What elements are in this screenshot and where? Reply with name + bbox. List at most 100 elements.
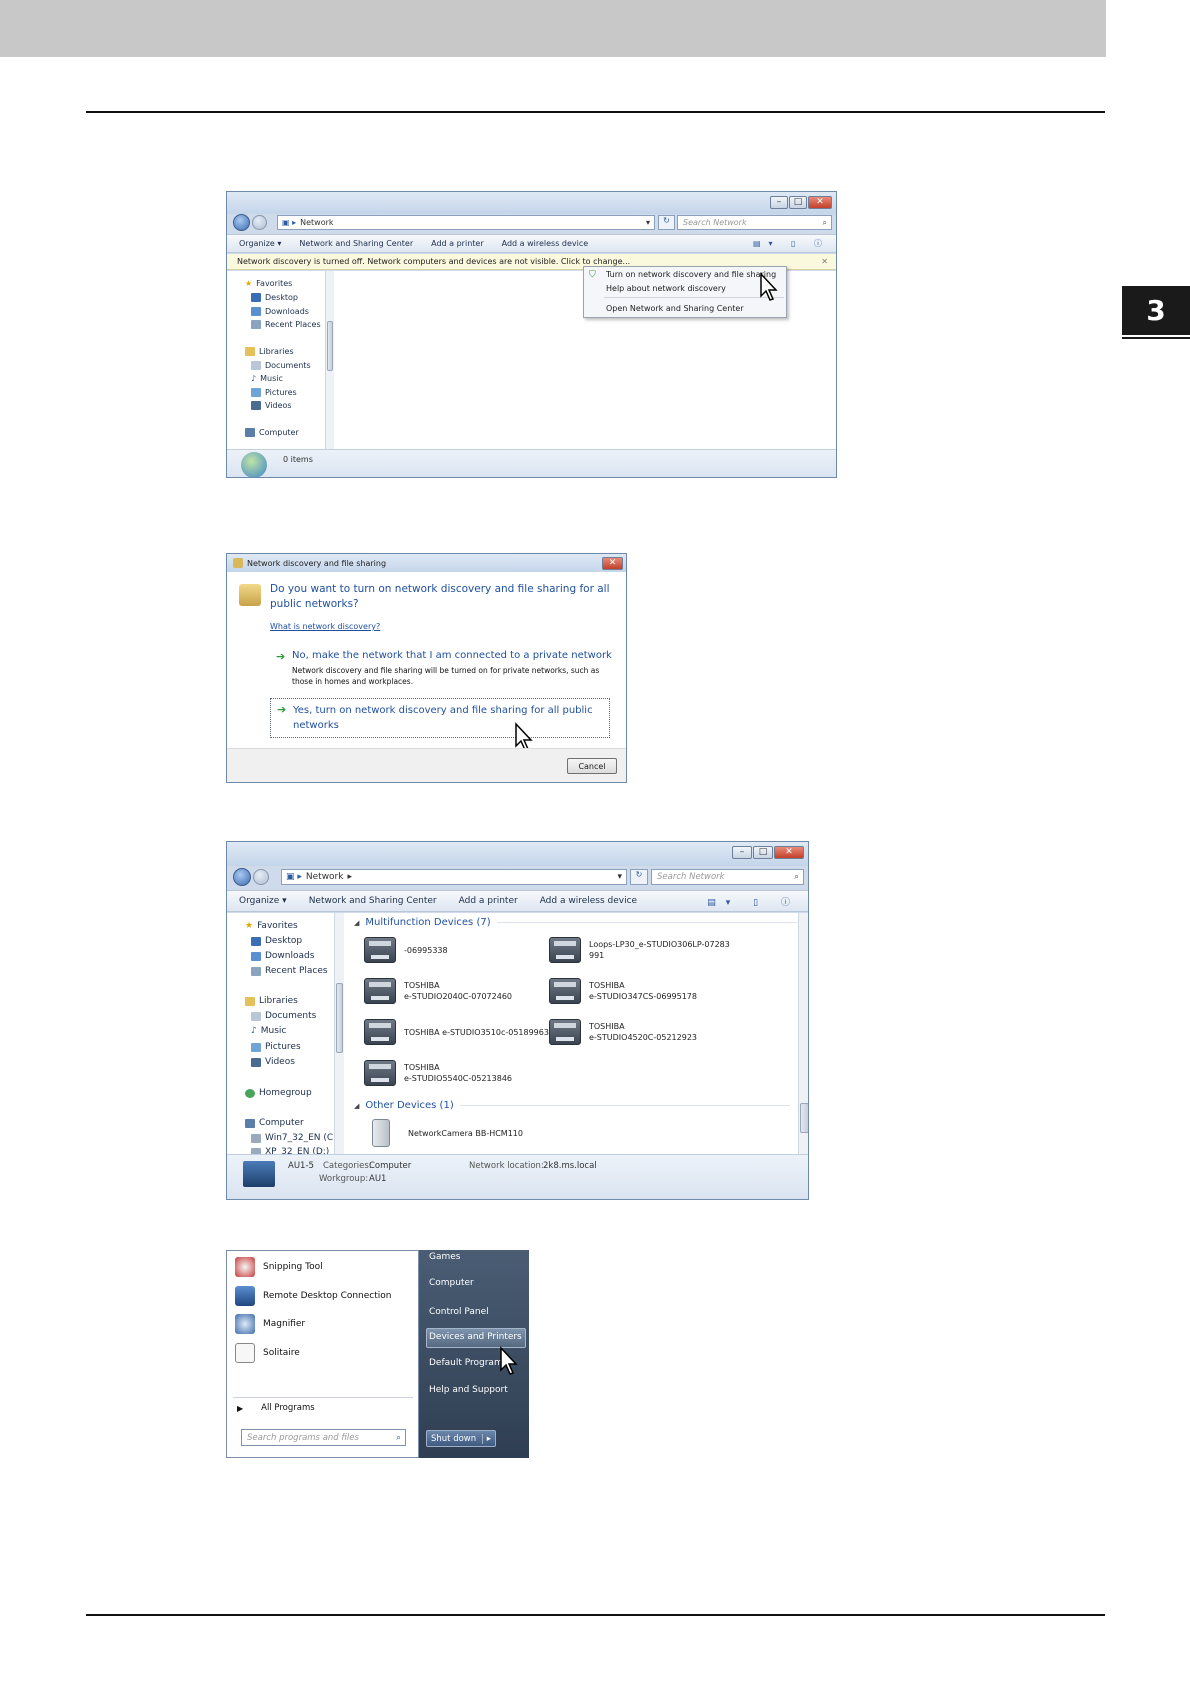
- search-input[interactable]: Search Network ⌕: [677, 215, 832, 230]
- nav-desktop[interactable]: Desktop: [251, 293, 298, 302]
- start-item-snipping-tool[interactable]: Snipping Tool: [235, 1257, 323, 1277]
- option-private-desc-2: those in homes and workplaces.: [292, 677, 414, 686]
- nav-music[interactable]: ♪ Music: [251, 374, 283, 383]
- nav-desktop[interactable]: Desktop: [251, 936, 302, 946]
- nav-scrollbar-thumb[interactable]: [327, 321, 333, 371]
- device-item[interactable]: Loops-LP30_e-STUDIO306LP-07283 991: [549, 937, 730, 963]
- start-item-solitaire[interactable]: Solitaire: [235, 1343, 300, 1363]
- all-programs-button[interactable]: ▶ All Programs: [237, 1403, 315, 1413]
- nav-music[interactable]: ♪ Music: [251, 1026, 286, 1036]
- content-scrollbar-thumb[interactable]: [800, 1103, 808, 1133]
- nav-computer[interactable]: Computer: [245, 428, 299, 437]
- dialog-close-button[interactable]: ✕: [602, 557, 623, 570]
- start-link-computer[interactable]: Computer: [429, 1278, 474, 1288]
- nav-drive-c[interactable]: Win7_32_EN (C:): [251, 1133, 340, 1143]
- nav-libraries[interactable]: Libraries: [245, 347, 294, 356]
- device-item[interactable]: TOSHIBA e-STUDIO2040C-07072460: [364, 978, 512, 1004]
- back-button[interactable]: [233, 214, 250, 231]
- device-item[interactable]: TOSHIBA e-STUDIO347CS-06995178: [549, 978, 697, 1004]
- nav-homegroup[interactable]: Homegroup: [245, 1088, 312, 1098]
- computer-icon: [243, 1161, 275, 1187]
- organize-menu[interactable]: Organize ▾: [239, 239, 281, 248]
- device-item[interactable]: TOSHIBA e-STUDIO3510c-05189963: [364, 1019, 549, 1045]
- chevron-down-icon[interactable]: ▾: [646, 218, 650, 227]
- collapse-triangle-icon[interactable]: ◢: [354, 919, 359, 927]
- device-item[interactable]: TOSHIBA e-STUDIO4520C-05212923: [549, 1019, 697, 1045]
- option-public-network[interactable]: ➔ Yes, turn on network discovery and fil…: [270, 698, 610, 738]
- close-button[interactable]: ✕: [808, 196, 832, 209]
- network-window-devices: – □ ✕ ▣ ▸ Network ▸ ▾ ↻ Search Network ⌕…: [226, 841, 809, 1200]
- refresh-button[interactable]: ↻: [658, 215, 675, 230]
- address-bar[interactable]: ▣ ▸ Network ▾: [277, 215, 655, 230]
- nav-downloads[interactable]: Downloads: [251, 951, 314, 961]
- start-link-games[interactable]: Games: [429, 1252, 460, 1262]
- minimize-button[interactable]: –: [732, 846, 752, 859]
- network-sharing-center-button[interactable]: Network and Sharing Center: [309, 896, 437, 906]
- refresh-button[interactable]: ↻: [630, 869, 648, 885]
- add-printer-button[interactable]: Add a printer: [431, 239, 483, 248]
- start-item-magnifier[interactable]: Magnifier: [235, 1314, 305, 1334]
- view-options-icons[interactable]: ▤▾ ▯ ⓘ: [707, 895, 800, 908]
- header-band: [0, 0, 1106, 57]
- forward-button[interactable]: [253, 869, 269, 885]
- nav-recent-places[interactable]: Recent Places: [251, 320, 321, 329]
- help-discovery-menu-item[interactable]: Help about network discovery: [606, 284, 726, 293]
- group-multifunction-devices[interactable]: ◢ Multifunction Devices (7): [354, 917, 797, 928]
- collapse-triangle-icon[interactable]: ◢: [354, 1102, 359, 1110]
- start-link-default-programs[interactable]: Default Programs: [429, 1358, 507, 1368]
- info-bar-close-icon[interactable]: ✕: [821, 257, 828, 266]
- nav-computer[interactable]: Computer: [245, 1118, 304, 1128]
- what-is-discovery-link[interactable]: What is network discovery?: [270, 622, 380, 631]
- videos-icon: [251, 401, 261, 410]
- nav-favorites[interactable]: ★ Favorites: [245, 921, 298, 931]
- group-other-devices[interactable]: ◢ Other Devices (1): [354, 1100, 790, 1111]
- start-link-devices-and-printers[interactable]: Devices and Printers: [429, 1332, 522, 1342]
- content-scrollbar[interactable]: [798, 913, 808, 1154]
- nav-scrollbar[interactable]: [325, 271, 334, 449]
- open-sharing-center-menu-item[interactable]: Open Network and Sharing Center: [606, 304, 744, 313]
- minimize-button[interactable]: –: [770, 196, 788, 209]
- forward-button[interactable]: [252, 215, 267, 230]
- start-item-remote-desktop[interactable]: Remote Desktop Connection: [235, 1286, 392, 1306]
- nav-libraries[interactable]: Libraries: [245, 996, 298, 1006]
- nav-downloads[interactable]: Downloads: [251, 307, 309, 316]
- group-multifunction-label: Multifunction Devices (7): [365, 917, 491, 928]
- network-people-icon: [233, 558, 243, 568]
- shutdown-options-arrow-icon[interactable]: ▸: [481, 1433, 495, 1444]
- maximize-button[interactable]: □: [789, 196, 807, 209]
- device-item[interactable]: TOSHIBA e-STUDIO5540C-05213846: [364, 1060, 512, 1086]
- start-link-help-and-support[interactable]: Help and Support: [429, 1385, 508, 1395]
- device-item[interactable]: -06995338: [364, 937, 448, 963]
- nav-pictures[interactable]: Pictures: [251, 388, 297, 397]
- network-sharing-center-button[interactable]: Network and Sharing Center: [299, 239, 413, 248]
- option-private-network[interactable]: ➔ No, make the network that I am connect…: [270, 650, 612, 686]
- breadcrumb-chevron-icon[interactable]: ▸: [347, 872, 352, 882]
- nav-documents[interactable]: Documents: [251, 1011, 316, 1021]
- search-input[interactable]: Search Network ⌕: [651, 869, 804, 885]
- add-wireless-device-button[interactable]: Add a wireless device: [502, 239, 589, 248]
- add-wireless-device-button[interactable]: Add a wireless device: [540, 896, 637, 906]
- nav-videos[interactable]: Videos: [251, 401, 292, 410]
- maximize-button[interactable]: □: [753, 846, 773, 859]
- add-printer-button[interactable]: Add a printer: [459, 896, 518, 906]
- nav-scrollbar[interactable]: [334, 913, 344, 1154]
- address-bar[interactable]: ▣ ▸ Network ▸ ▾: [281, 869, 627, 885]
- device-item-camera[interactable]: NetworkCamera BB-HCM110: [372, 1119, 523, 1147]
- shutdown-button[interactable]: Shut down ▸: [426, 1430, 496, 1447]
- nav-documents[interactable]: Documents: [251, 361, 311, 370]
- start-link-control-panel[interactable]: Control Panel: [429, 1307, 489, 1317]
- nav-favorites[interactable]: ★ Favorites: [245, 279, 292, 288]
- back-button[interactable]: [233, 868, 251, 886]
- chevron-down-icon[interactable]: ▾: [617, 872, 622, 882]
- view-options-icons[interactable]: ▤▾ ▯ ⓘ: [753, 238, 830, 249]
- organize-menu[interactable]: Organize ▾: [239, 896, 287, 906]
- start-search-input[interactable]: Search programs and files ⌕: [241, 1429, 406, 1446]
- cancel-button[interactable]: Cancel: [567, 758, 617, 774]
- turn-on-discovery-menu-item[interactable]: Turn on network discovery and file shari…: [606, 270, 776, 279]
- close-button[interactable]: ✕: [774, 846, 804, 859]
- nav-pictures[interactable]: Pictures: [251, 1042, 301, 1052]
- nav-scrollbar-thumb[interactable]: [336, 983, 343, 1053]
- nav-recent-places[interactable]: Recent Places: [251, 966, 328, 976]
- nav-label: Music: [260, 374, 283, 383]
- nav-videos[interactable]: Videos: [251, 1057, 295, 1067]
